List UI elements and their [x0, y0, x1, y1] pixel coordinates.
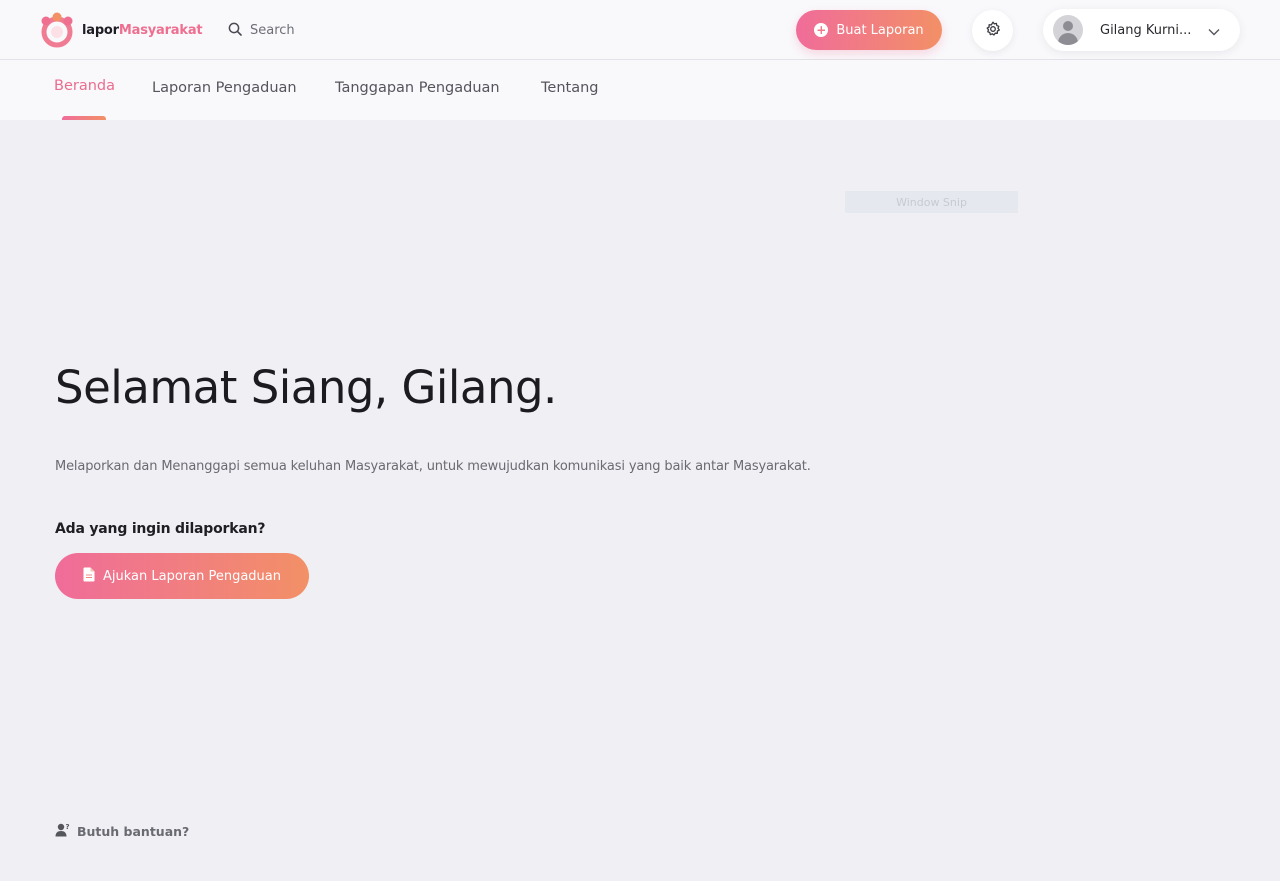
help-label: Butuh bantuan?	[77, 824, 190, 839]
svg-text:?: ?	[66, 823, 70, 831]
help-link[interactable]: ? Butuh bantuan?	[55, 822, 189, 841]
submit-complaint-label: Ajukan Laporan Pengaduan	[102, 568, 281, 584]
nav-tabs: Beranda Laporan Pengaduan Tanggapan Peng…	[0, 60, 1280, 120]
greeting-heading: Selamat Siang, Gilang.	[55, 361, 557, 414]
snip-label: Window Snip	[896, 195, 967, 209]
user-menu[interactable]: Gilang Kurni...	[1043, 9, 1240, 51]
tab-label: Tentang	[541, 80, 599, 96]
top-bar: laporMasyarakat Search + Buat Laporan Gi…	[0, 0, 1280, 60]
submit-complaint-button[interactable]: Ajukan Laporan Pengaduan	[55, 553, 309, 599]
tab-label: Tanggapan Pengaduan	[335, 80, 500, 96]
chevron-down-icon	[1208, 21, 1220, 40]
avatar-icon	[1053, 15, 1083, 45]
create-report-label: Buat Laporan	[836, 22, 924, 38]
report-question: Ada yang ingin dilaporkan?	[55, 521, 266, 537]
user-question-icon: ?	[55, 822, 71, 841]
search-placeholder: Search	[250, 22, 295, 38]
tab-label: Laporan Pengaduan	[152, 80, 297, 96]
hero-description: Melaporkan dan Menanggapi semua keluhan …	[55, 459, 811, 474]
gear-icon	[985, 21, 1001, 41]
plus-circle-icon: +	[814, 23, 829, 37]
document-icon	[83, 567, 103, 586]
create-report-button[interactable]: + Buat Laporan	[796, 10, 942, 50]
user-name: Gilang Kurni...	[1100, 22, 1192, 38]
brand-name: laporMasyarakat	[82, 22, 203, 38]
brand-name-part2: Masyarakat	[118, 22, 203, 38]
logo-icon	[40, 12, 74, 48]
tab-label: Beranda	[54, 78, 115, 94]
brand-logo[interactable]: laporMasyarakat	[40, 12, 203, 48]
search-box[interactable]: Search	[228, 19, 295, 41]
window-snip-overlay: Window Snip	[845, 191, 1018, 213]
settings-button[interactable]	[972, 10, 1013, 51]
search-icon	[228, 21, 242, 40]
brand-name-part1: lapor	[82, 22, 119, 38]
tab-beranda[interactable]: Beranda	[54, 60, 115, 120]
active-tab-indicator	[62, 116, 106, 120]
